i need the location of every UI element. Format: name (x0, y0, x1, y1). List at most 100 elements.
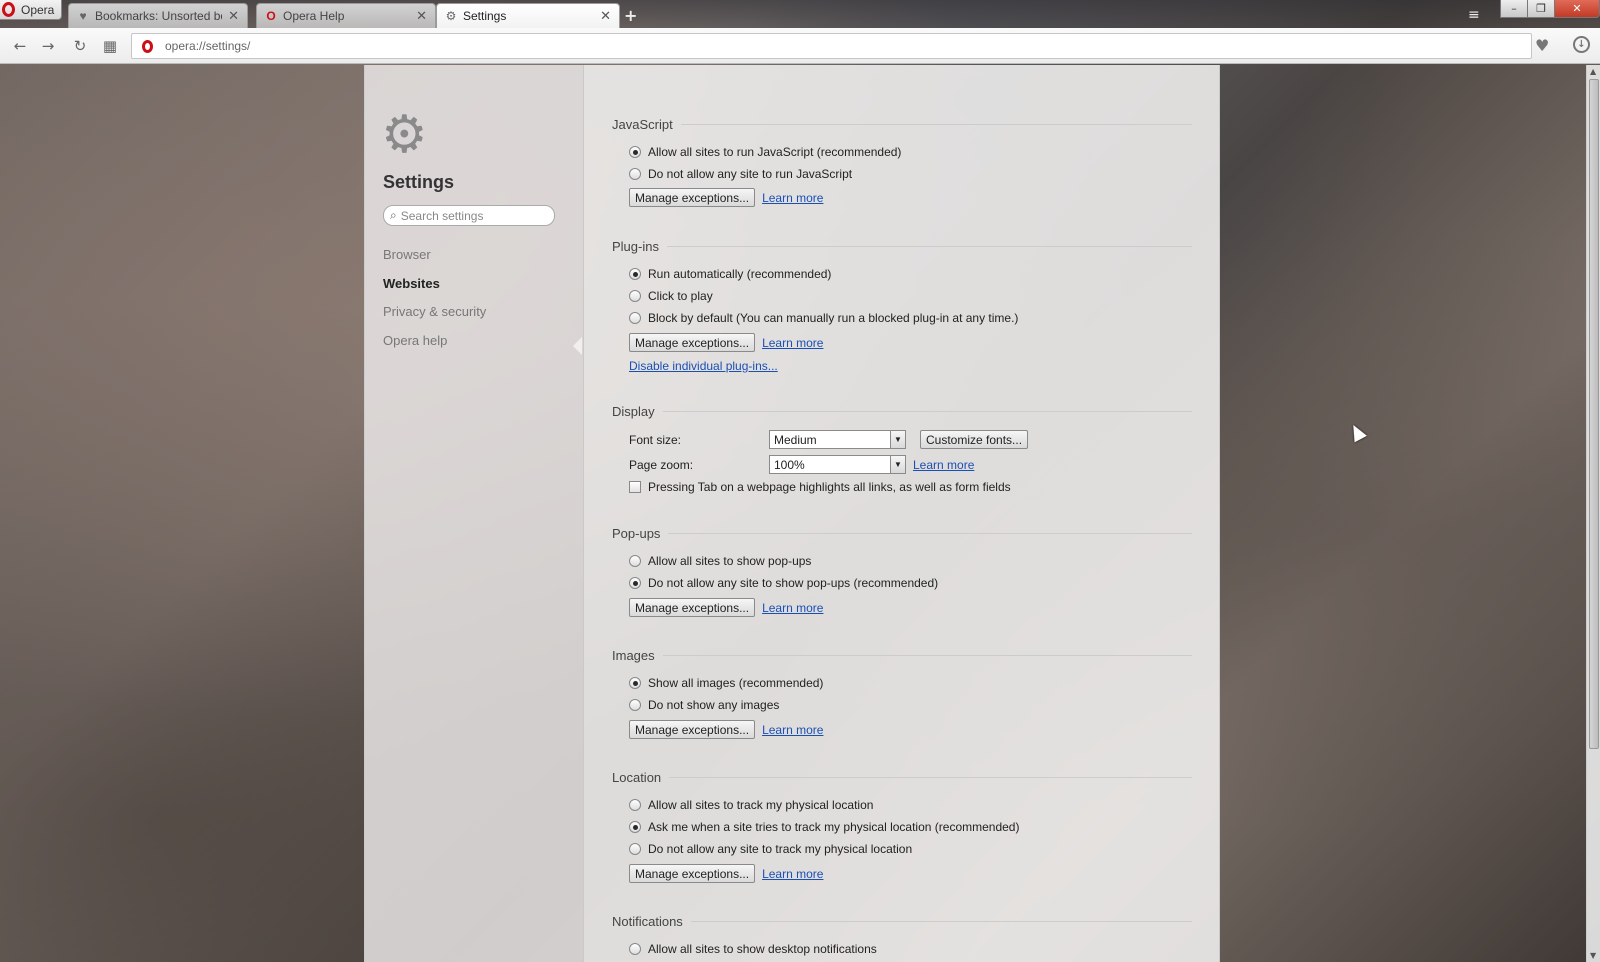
radio-option[interactable]: Block by default (You can manually run a… (629, 311, 1018, 325)
radio-option[interactable]: Do not allow any site to track my physic… (629, 842, 912, 856)
learn-more-link[interactable]: Learn more (762, 723, 823, 737)
radio-option[interactable]: Do not allow any site to show pop-ups (r… (629, 576, 938, 590)
option-label: Allow all sites to run JavaScript (recom… (648, 145, 902, 159)
scroll-up-arrow-icon[interactable]: ▲ (1590, 67, 1596, 76)
radio-button[interactable] (629, 821, 641, 833)
learn-more-link[interactable]: Learn more (762, 601, 823, 615)
divider (680, 123, 1192, 125)
learn-more-link[interactable]: Learn more (762, 867, 823, 881)
page-zoom-label: Page zoom: (629, 458, 694, 472)
radio-option[interactable]: Ask me when a site tries to track my phy… (629, 820, 1019, 834)
close-window-button[interactable]: ✕ (1554, 0, 1600, 18)
close-icon: ✕ (1572, 2, 1582, 15)
section-title: Pop-ups (612, 525, 661, 541)
font-size-select[interactable]: Medium ▼ (769, 430, 906, 449)
manage-exceptions-button[interactable]: Manage exceptions... (629, 864, 756, 883)
new-tab-plus-icon[interactable]: + (624, 6, 637, 25)
sidebar-item-opera-help[interactable]: Opera help (383, 327, 486, 356)
radio-button[interactable] (629, 799, 641, 811)
learn-more-link[interactable]: Learn more (762, 336, 823, 350)
divider (690, 920, 1192, 922)
page-scrollbar[interactable]: ▲ ▼ (1586, 65, 1600, 962)
restore-button[interactable]: ❐ (1527, 0, 1555, 18)
section-notifications: Notifications Allow all sites to show de… (612, 912, 1192, 956)
forward-arrow-icon[interactable]: → (38, 36, 58, 56)
radio-button[interactable] (629, 168, 641, 180)
minimize-button[interactable]: – (1500, 0, 1528, 18)
back-arrow-icon[interactable]: ← (10, 36, 30, 56)
divider (662, 410, 1192, 412)
tab-bookmarks[interactable]: ♥ Bookmarks: Unsorted boo ✕ (68, 3, 248, 28)
radio-option[interactable]: Allow all sites to run JavaScript (recom… (629, 145, 901, 159)
sidebar-item-websites[interactable]: Websites (383, 270, 486, 299)
radio-button[interactable] (629, 843, 641, 855)
tab-opera-help[interactable]: O Opera Help ✕ (256, 3, 436, 28)
radio-option[interactable]: Do not allow any site to run JavaScript (629, 167, 852, 181)
disable-plugins-link[interactable]: Disable individual plug-ins... (629, 359, 778, 373)
reload-icon[interactable]: ↻ (70, 36, 90, 56)
opera-logo-icon (142, 39, 153, 53)
font-size-value: Medium (774, 432, 817, 447)
settings-content: JavaScript Allow all sites to run JavaSc… (583, 65, 1220, 962)
radio-button[interactable] (629, 268, 641, 280)
radio-option[interactable]: Show all images (recommended) (629, 676, 823, 690)
radio-button[interactable] (629, 699, 641, 711)
sidebar-item-privacy-security[interactable]: Privacy & security (383, 298, 486, 327)
radio-option[interactable]: Allow all sites to track my physical loc… (629, 798, 873, 812)
learn-more-link[interactable]: Learn more (762, 191, 823, 205)
manage-exceptions-button[interactable]: Manage exceptions... (629, 188, 756, 207)
radio-button[interactable] (629, 577, 641, 589)
address-bar[interactable]: opera://settings/ (131, 33, 1532, 59)
radio-button[interactable] (629, 290, 641, 302)
manage-exceptions-button[interactable]: Manage exceptions... (629, 598, 756, 617)
radio-button[interactable] (629, 943, 641, 955)
tab-title: Bookmarks: Unsorted boo (95, 9, 223, 23)
settings-sidebar: ⚙ Settings ⌕ Browser Websites Privacy & … (364, 65, 583, 962)
option-label: Show all images (recommended) (648, 676, 824, 690)
search-box[interactable]: ⌕ (383, 205, 555, 226)
divider (669, 776, 1192, 778)
manage-exceptions-button[interactable]: Manage exceptions... (629, 720, 756, 739)
search-input[interactable] (400, 208, 541, 223)
mouse-cursor-icon (1347, 421, 1367, 443)
download-icon[interactable]: ↓ (1573, 36, 1590, 53)
gear-icon: ⚙ (445, 9, 457, 23)
radio-button[interactable] (629, 146, 641, 158)
radio-option[interactable]: Allow all sites to show desktop notifica… (629, 942, 877, 956)
radio-button[interactable] (629, 555, 641, 567)
learn-more-link[interactable]: Learn more (913, 458, 974, 472)
tab-menu-icon[interactable]: ≡ (1468, 7, 1480, 23)
radio-button[interactable] (629, 312, 641, 324)
tab-close-icon[interactable]: ✕ (600, 8, 611, 24)
section-images: Images Show all images (recommended) Do … (612, 646, 1192, 739)
radio-option[interactable]: Allow all sites to show pop-ups (629, 554, 811, 568)
radio-option[interactable]: Click to play (629, 289, 713, 303)
speed-dial-grid-icon[interactable]: ▦ (100, 36, 120, 56)
section-javascript: JavaScript Allow all sites to run JavaSc… (612, 115, 1192, 207)
section-title: Display (612, 403, 655, 419)
scroll-thumb[interactable] (1589, 79, 1599, 749)
url-text[interactable]: opera://settings/ (165, 39, 250, 53)
tab-close-icon[interactable]: ✕ (228, 8, 239, 24)
section-plugins: Plug-ins Run automatically (recommended)… (612, 237, 1192, 373)
page-zoom-select[interactable]: 100% ▼ (769, 455, 906, 474)
radio-option[interactable]: Do not show any images (629, 698, 779, 712)
option-label: Block by default (You can manually run a… (648, 311, 1019, 325)
opera-menu-button[interactable]: Opera (0, 0, 62, 20)
option-label: Pressing Tab on a webpage highlights all… (648, 480, 1011, 494)
checkbox-option[interactable]: Pressing Tab on a webpage highlights all… (629, 480, 1011, 494)
scroll-down-arrow-icon[interactable]: ▼ (1590, 951, 1596, 960)
tab-highlight-checkbox[interactable] (629, 481, 641, 493)
option-label: Ask me when a site tries to track my phy… (648, 820, 1020, 834)
sidebar-item-browser[interactable]: Browser (383, 241, 486, 270)
section-location: Location Allow all sites to track my phy… (612, 768, 1192, 883)
heart-icon[interactable]: ♥ (1535, 36, 1549, 55)
page-title: Settings (383, 172, 455, 192)
tab-close-icon[interactable]: ✕ (416, 8, 427, 24)
customize-fonts-button[interactable]: Customize fonts... (920, 430, 1029, 449)
radio-button[interactable] (629, 677, 641, 689)
radio-option[interactable]: Run automatically (recommended) (629, 267, 831, 281)
manage-exceptions-button[interactable]: Manage exceptions... (629, 333, 756, 352)
option-label: Do not allow any site to track my physic… (648, 842, 913, 856)
tab-settings[interactable]: ⚙ Settings ✕ (436, 3, 620, 28)
